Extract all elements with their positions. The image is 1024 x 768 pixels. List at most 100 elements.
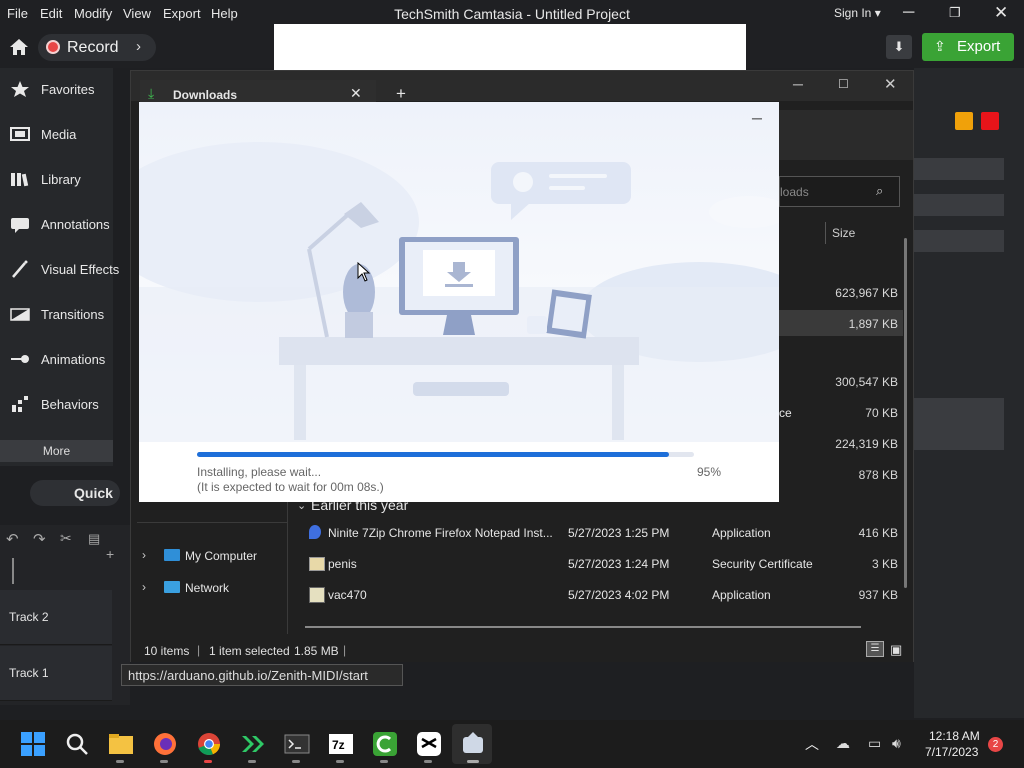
more-button[interactable]: More (0, 440, 113, 462)
clock-date[interactable]: 7/17/2023 (925, 745, 978, 759)
star-icon (10, 80, 30, 98)
restore-icon[interactable]: ❐ (949, 5, 961, 21)
chrome-icon[interactable] (196, 731, 222, 757)
capcut-icon[interactable] (416, 731, 442, 757)
winget-icon[interactable] (240, 731, 266, 757)
sidebar-item-annotations[interactable]: Annotations (0, 203, 113, 247)
nav-my-computer[interactable]: My Computer (185, 549, 257, 563)
file-name[interactable]: vac470 (328, 588, 367, 602)
explorer-minimize-icon[interactable]: ─ (793, 76, 803, 92)
copy-icon[interactable]: ▤ (88, 531, 100, 547)
expand-chevron-icon[interactable]: › (142, 580, 146, 594)
menu-view[interactable]: View (123, 6, 151, 21)
tab-close-icon[interactable]: ✕ (350, 85, 362, 102)
file-name[interactable]: Ninite 7Zip Chrome Firefox Notepad Inst.… (328, 526, 553, 540)
installer-minimize-icon[interactable]: ─ (752, 110, 762, 126)
status-divider: | (197, 643, 201, 657)
network-tray-icon[interactable]: ▭ (868, 735, 881, 752)
search-placeholder: loads (780, 185, 809, 199)
property-field (914, 398, 1004, 450)
menu-edit[interactable]: Edit (40, 6, 62, 21)
svg-text:7z: 7z (332, 738, 345, 752)
running-indicator (336, 760, 344, 763)
size-cell: 937 KB (858, 588, 898, 602)
progress-bar (197, 452, 670, 457)
property-field[interactable] (914, 230, 1004, 252)
home-icon[interactable] (8, 36, 30, 58)
explorer-close-icon[interactable]: ✕ (884, 75, 897, 93)
url-text: https://arduano.github.io/Zenith-MIDI/st… (128, 668, 368, 683)
search-input[interactable]: loads ⌕ (779, 176, 900, 207)
nav-splitter[interactable] (287, 500, 288, 634)
volume-icon[interactable]: 🔊︎ (892, 735, 901, 752)
sidebar-item-behaviors[interactable]: Behaviors (0, 383, 113, 427)
horizontal-scrollbar[interactable] (305, 626, 861, 628)
download-icon[interactable]: ⬇ (886, 35, 912, 59)
selected-size: 1.85 MB (294, 644, 339, 658)
vertical-scrollbar[interactable] (904, 238, 907, 588)
windows-start-icon[interactable] (20, 731, 46, 757)
new-tab-icon[interactable]: + (396, 84, 406, 104)
record-chevron-icon[interactable]: › (136, 38, 141, 55)
selected-count: 1 item selected (209, 644, 290, 658)
track-2[interactable]: Track 2 (0, 590, 112, 645)
sidebar-item-visual-effects[interactable]: Visual Effects (0, 248, 119, 292)
tray-chevron-up-icon[interactable]: ︿ (805, 734, 819, 754)
notification-badge[interactable]: 2 (988, 737, 1003, 752)
track-1[interactable]: Track 1 (0, 646, 112, 701)
zoom-slider[interactable] (12, 558, 14, 584)
sidebar-item-animations[interactable]: Animations (0, 338, 113, 382)
file-explorer-icon[interactable] (108, 731, 134, 757)
close-icon[interactable]: ✕ (994, 3, 1008, 23)
computer-icon (164, 549, 180, 561)
explorer-maximize-icon[interactable]: ☐ (838, 77, 849, 91)
wait-estimate: (It is expected to wait for 00m 08s.) (197, 480, 384, 494)
nav-network[interactable]: Network (185, 581, 229, 595)
running-indicator (248, 760, 256, 763)
tiles-view-icon[interactable]: ▣ (890, 642, 902, 658)
file-date: 5/27/2023 4:02 PM (568, 588, 670, 602)
sidebar-item-transitions[interactable]: Transitions (0, 293, 113, 337)
blank-panel (274, 24, 746, 70)
property-field[interactable] (914, 158, 1004, 180)
sign-in-label: Sign In (834, 6, 872, 20)
installer-dialog (139, 102, 779, 502)
size-cell: 224,319 KB (835, 437, 898, 451)
minimize-icon[interactable]: ─ (903, 4, 914, 22)
mouse-cursor-icon (357, 262, 371, 282)
column-header-size[interactable]: Size (832, 226, 855, 240)
expand-chevron-icon[interactable]: › (142, 548, 146, 562)
sidebar-item-media[interactable]: Media (0, 113, 113, 157)
clock-time[interactable]: 12:18 AM (929, 729, 980, 743)
menu-help[interactable]: Help (211, 6, 238, 21)
camtasia-icon[interactable] (372, 731, 398, 757)
file-name[interactable]: penis (328, 557, 357, 571)
installer-illustration (139, 102, 779, 442)
terminal-icon[interactable] (284, 731, 310, 757)
red-swatch[interactable] (981, 112, 999, 130)
export-button[interactable]: ⇪ Export (922, 33, 1014, 61)
details-view-icon[interactable]: ☰ (866, 641, 884, 657)
redo-icon[interactable]: ↷ (33, 530, 46, 548)
running-indicator (116, 760, 124, 763)
menu-file[interactable]: File (7, 6, 28, 21)
undo-icon[interactable]: ↶ (6, 530, 19, 548)
add-track-icon[interactable]: + (106, 546, 114, 562)
sidebar-item-library[interactable]: Library (0, 158, 113, 202)
firefox-icon[interactable] (152, 731, 178, 757)
app-icon[interactable] (460, 731, 486, 757)
menu-export[interactable]: Export (163, 6, 201, 21)
menu-modify[interactable]: Modify (74, 6, 112, 21)
search-icon[interactable] (64, 731, 90, 757)
property-field[interactable] (914, 194, 1004, 216)
cut-icon[interactable]: ✂ (60, 530, 72, 547)
sidebar-item-favorites[interactable]: Favorites (0, 68, 113, 112)
quick-button[interactable]: Quick (30, 480, 120, 506)
running-indicator (160, 760, 168, 763)
file-type: Application (712, 526, 771, 540)
orange-swatch[interactable] (955, 112, 973, 130)
transition-icon (10, 305, 30, 323)
sign-in-button[interactable]: Sign In ▾ (834, 6, 881, 20)
7zip-icon[interactable]: 7z (328, 731, 354, 757)
onedrive-icon[interactable]: ☁ (836, 735, 850, 752)
